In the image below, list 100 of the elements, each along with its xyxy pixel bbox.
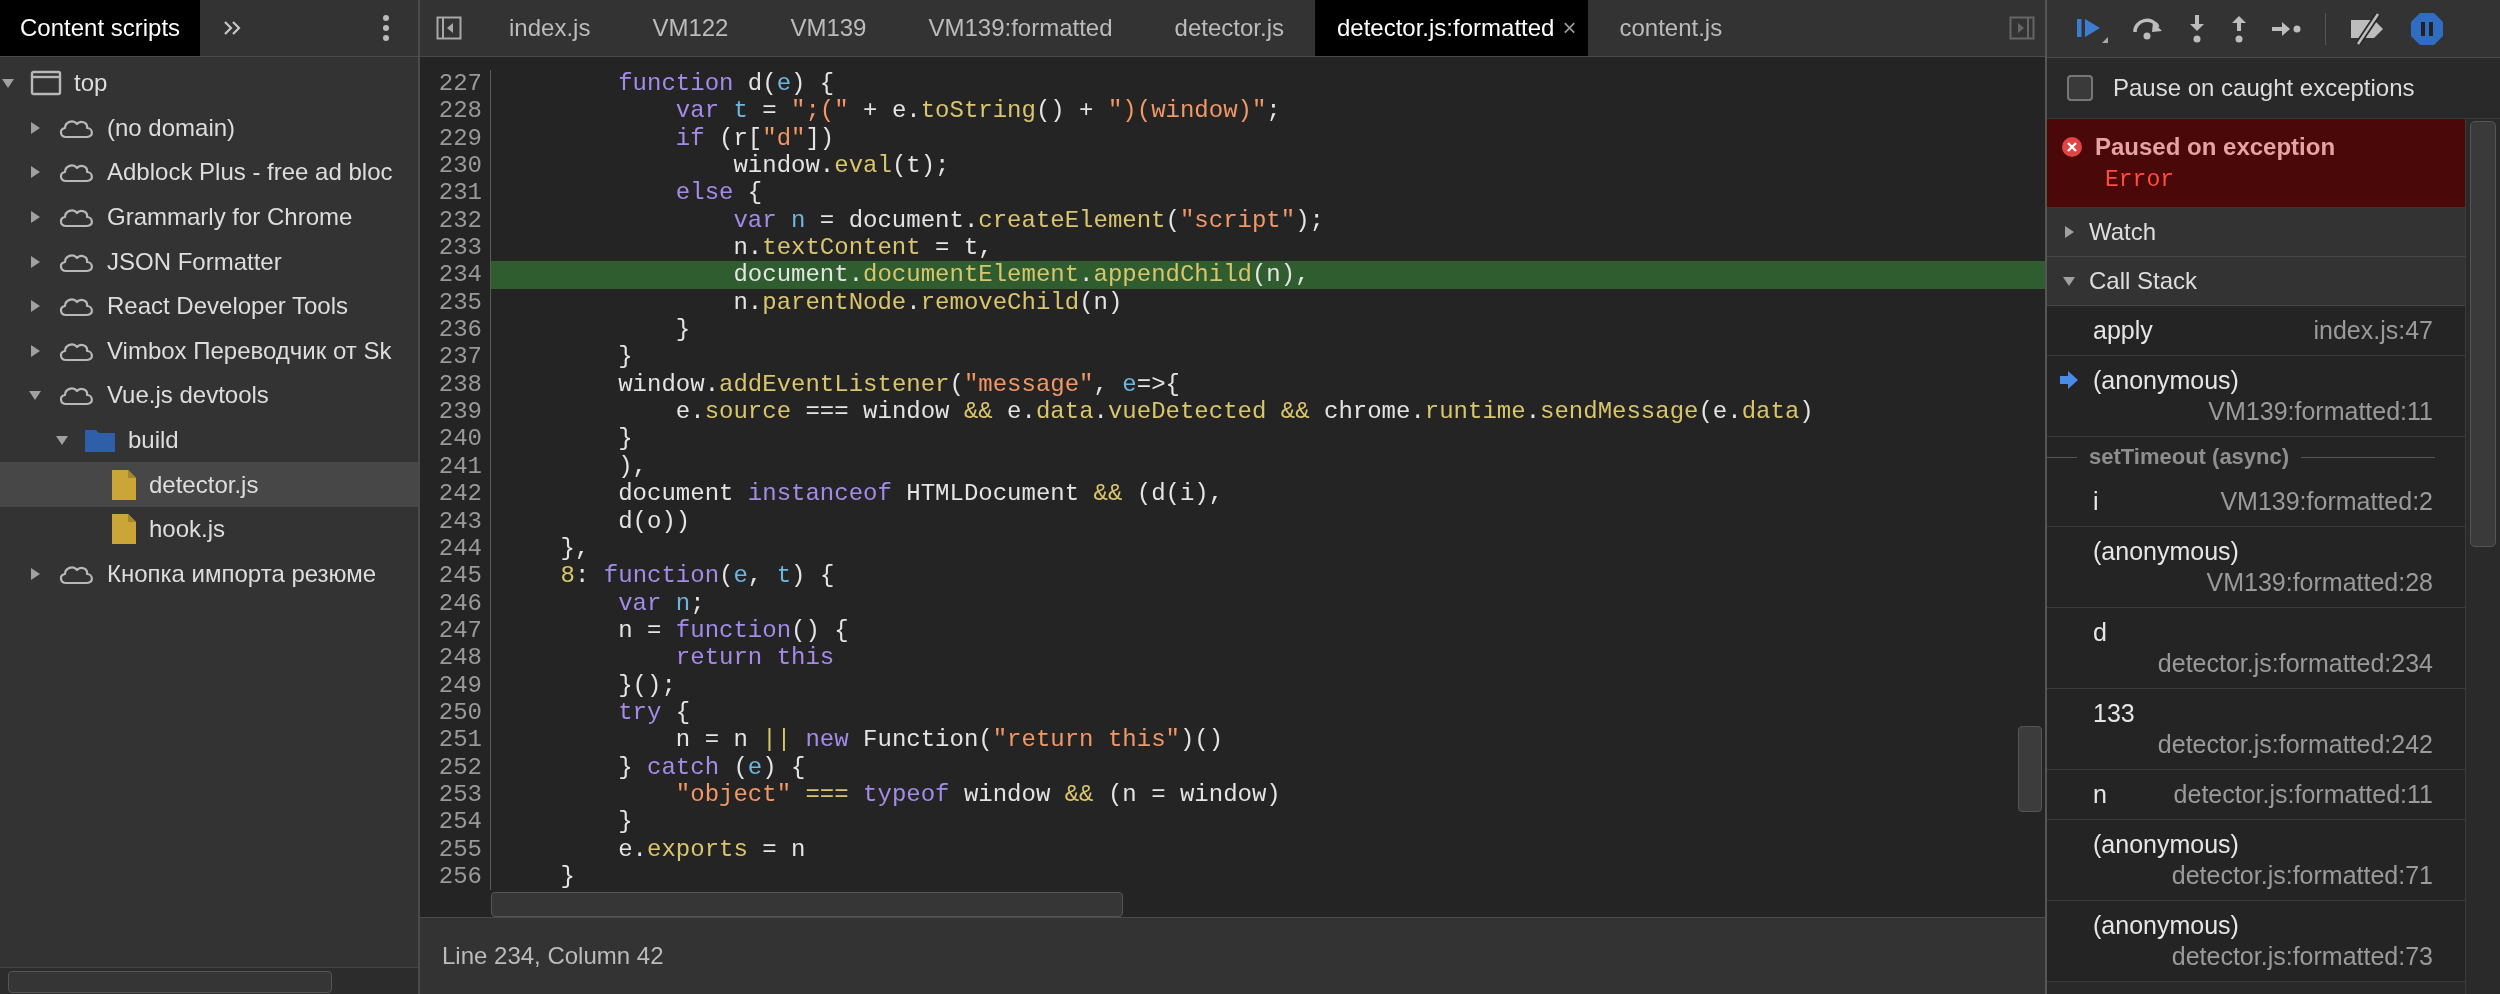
code-line: e.source === window && e.data.vueDetected && chrome.runtime.sendMessage(e.data) (674, 398, 1815, 426)
line-number: 249 (420, 671, 491, 699)
scrollbar-thumb[interactable] (2018, 726, 2042, 812)
line-number: 236 (420, 316, 491, 344)
code-line: n.parentNode.removeChild(n) (732, 288, 1124, 317)
line-number: 239 (420, 398, 491, 426)
triangle-icon[interactable] (29, 567, 41, 580)
scrollbar-thumb[interactable] (2470, 121, 2496, 547)
source-location: detector.js:formatted:71 (2171, 860, 2433, 891)
function-name: (anonymous) (2093, 910, 2239, 941)
triangle-icon[interactable] (29, 166, 41, 179)
line-number: 237 (420, 343, 491, 371)
source-location: VM139:formatted:28 (2206, 567, 2433, 598)
line-number: 250 (420, 698, 491, 727)
line-number: 240 (420, 425, 491, 453)
scrollbar-thumb[interactable] (491, 892, 1123, 917)
file-icon (111, 468, 137, 501)
tree-item[interactable]: Vimbox Переводчик от Sk (0, 328, 418, 374)
line-number: 248 (420, 644, 491, 672)
editor-tab[interactable]: index.js (478, 0, 622, 56)
triangle-icon[interactable] (29, 121, 41, 134)
tree-item[interactable]: hook.js (0, 506, 418, 552)
editor-tab[interactable]: VM139:formatted (897, 0, 1144, 56)
line-number: 229 (420, 124, 491, 153)
tree-item[interactable]: detector.js (0, 462, 418, 507)
tree-item[interactable]: build (0, 417, 418, 463)
function-name: apply (2093, 315, 2153, 346)
code-line: try { (617, 698, 692, 727)
tab-label: VM139:formatted (928, 14, 1113, 42)
tree-item[interactable]: JSON Formatter (0, 239, 418, 284)
triangle-icon[interactable] (29, 389, 41, 402)
code-line: } (559, 862, 576, 891)
function-name: i (2093, 486, 2099, 517)
source-location: VM139:formatted:2 (2220, 486, 2433, 517)
sidebar-toggle-icon[interactable] (2009, 16, 2035, 40)
tab-label: VM122 (652, 14, 729, 42)
menu-icon[interactable] (382, 14, 390, 42)
pause-exceptions-icon[interactable] (2410, 11, 2444, 46)
line-number: 241 (420, 452, 491, 481)
code-line: }, (559, 534, 591, 563)
source-location: VM139:formatted:11 (2208, 396, 2433, 427)
tree-item[interactable]: top (0, 61, 418, 106)
source-location: detector.js:formatted:73 (2171, 941, 2433, 972)
code-line: }(); (617, 671, 677, 699)
code-line: } (617, 425, 634, 453)
triangle-icon[interactable] (29, 300, 41, 313)
code-line: var n = document.createElement("script"); (732, 206, 1325, 235)
editor-tab[interactable]: VM139 (759, 0, 898, 56)
line-number: 230 (420, 152, 491, 180)
code-line: e.exports = n (617, 835, 807, 863)
triangle-icon[interactable] (29, 255, 41, 268)
sidebar-tab[interactable]: Content scripts (0, 0, 201, 56)
function-name: (anonymous) (2093, 536, 2239, 567)
chevron-double-icon[interactable] (222, 19, 243, 37)
exception-message: Error (2104, 167, 2175, 193)
code-line: ), (617, 452, 649, 481)
async-label: setTimeout (async) (2089, 444, 2290, 470)
tree-item[interactable]: (no domain) (0, 105, 418, 151)
code-line: d(o)) (617, 507, 692, 535)
scrollbar-thumb[interactable] (8, 971, 332, 993)
tree-item[interactable]: Кнопка импорта резюме (0, 551, 418, 597)
triangle-icon[interactable] (2, 77, 14, 90)
line-number: 244 (420, 534, 491, 563)
editor-tab[interactable]: VM122 (621, 0, 760, 56)
frame-icon (30, 70, 62, 97)
sidebar-toggle-icon[interactable] (436, 16, 462, 40)
source-location: detector.js:formatted:242 (2157, 729, 2433, 760)
editor-tab[interactable]: detector.js (1143, 0, 1315, 56)
checkbox[interactable] (2067, 75, 2093, 101)
triangle-icon[interactable] (29, 344, 41, 357)
editor-tab[interactable]: content.js (1588, 0, 1754, 56)
code-line: return this (674, 644, 836, 672)
code-line: 8: function(e, t) { (559, 562, 836, 590)
function-name: d (2093, 617, 2107, 648)
triangle-icon[interactable] (56, 434, 68, 447)
line-number: 247 (420, 616, 491, 645)
code-line: else { (674, 179, 764, 207)
line-number: 245 (420, 562, 491, 590)
section-header[interactable]: Call Stack (2047, 257, 2465, 306)
tree-item[interactable]: React Developer Tools (0, 283, 418, 329)
code-line: window.eval(t); (732, 152, 951, 180)
editor-tab[interactable]: detector.js:formatted × (1314, 0, 1589, 56)
close-button[interactable]: × (1562, 14, 1577, 42)
triangle-icon[interactable] (29, 211, 41, 224)
code-line: n = n || new Function("return this")() (674, 726, 1225, 754)
line-number: 251 (420, 726, 491, 754)
tree-item[interactable]: Vue.js devtools (0, 373, 418, 418)
code-line: } (617, 808, 634, 836)
tab-label: index.js (509, 14, 591, 42)
function-name: n (2093, 779, 2107, 810)
code-line: n = function() { (617, 616, 850, 645)
tree-item[interactable]: Adblock Plus - free ad bloc (0, 150, 418, 195)
tree-item[interactable]: Grammarly for Chrome (0, 194, 418, 240)
line-number: 254 (420, 808, 491, 836)
section-header[interactable]: Watch (2047, 208, 2465, 257)
tab-label: content.js (1619, 14, 1723, 42)
code-line: window.addEventListener("message", e=>{ (617, 370, 1181, 399)
code-line: } catch (e) { (617, 753, 807, 781)
source-location: index.js:47 (2313, 315, 2433, 346)
source-location: detector.js:formatted:234 (2157, 648, 2433, 679)
